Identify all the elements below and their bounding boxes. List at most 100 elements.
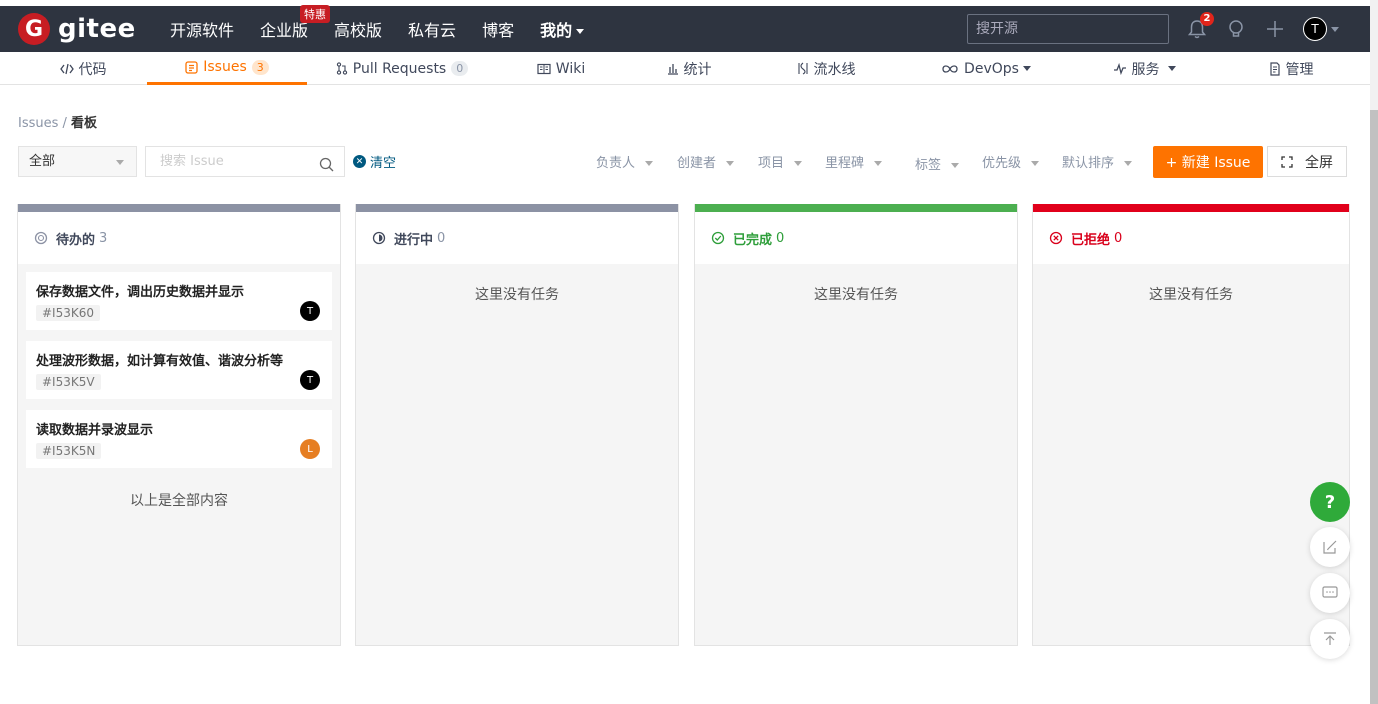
- tab-devops[interactable]: DevOps: [940, 52, 1032, 85]
- bell-icon[interactable]: 2: [1186, 12, 1214, 40]
- tab-code[interactable]: 代码: [55, 52, 111, 85]
- tab-wiki[interactable]: Wiki: [534, 52, 588, 85]
- column-header: 已拒绝 0: [1033, 212, 1349, 264]
- column-color-bar: [695, 204, 1017, 212]
- edit-icon: [1322, 539, 1338, 555]
- clear-filters-button[interactable]: ✕ 清空: [353, 152, 396, 171]
- milestone-filter-label: 里程碑: [825, 156, 865, 171]
- scope-select-value: 全部: [29, 154, 56, 169]
- top-navbar: G gitee 开源软件 企业版 特惠 高校版 私有云 博客 我的 搜开源 2 …: [0, 5, 1370, 52]
- back-to-top-button[interactable]: [1310, 619, 1350, 659]
- fullscreen-button[interactable]: 全屏: [1267, 146, 1347, 177]
- tab-services[interactable]: 服务: [1108, 52, 1180, 85]
- issue-card-title[interactable]: 读取数据并录波显示: [36, 419, 322, 438]
- project-filter[interactable]: 项目: [758, 152, 803, 171]
- scope-select[interactable]: 全部: [18, 146, 137, 177]
- milestone-filter[interactable]: 里程碑: [825, 152, 883, 171]
- tab-issues[interactable]: Issues 3: [147, 52, 307, 85]
- special-offer-badge: 特惠: [300, 5, 331, 23]
- issue-card[interactable]: 保存数据文件，调出历史数据并显示 #I53K60 T: [26, 272, 332, 330]
- chat-icon: [1322, 586, 1338, 600]
- avatar[interactable]: T: [300, 301, 320, 321]
- chevron-down-icon: [116, 160, 124, 165]
- new-issue-button[interactable]: + 新建 Issue: [1153, 146, 1263, 178]
- column-count: 3: [99, 230, 108, 246]
- chevron-down-icon: [794, 161, 803, 166]
- end-of-list-text: 以上是全部内容: [130, 493, 228, 509]
- tab-pull-requests-label: Pull Requests: [352, 60, 447, 77]
- column-title: 进行中: [394, 232, 434, 248]
- scrollbar-thumb[interactable]: [1370, 110, 1378, 704]
- chevron-down-icon: [1167, 66, 1176, 71]
- tab-manage-label: 管理: [1285, 61, 1314, 78]
- sort-filter-label: 默认排序: [1062, 156, 1115, 171]
- clear-filters-label: 清空: [370, 156, 397, 171]
- tab-pipeline[interactable]: 流水线: [790, 52, 862, 85]
- breadcrumb-issues[interactable]: Issues: [18, 116, 58, 131]
- column-header: 已完成 0: [695, 212, 1017, 264]
- global-search-input[interactable]: 搜开源: [967, 14, 1169, 44]
- feedback-button[interactable]: [1310, 527, 1350, 567]
- label-filter-label: 标签: [915, 158, 942, 173]
- tab-manage[interactable]: 管理: [1258, 52, 1324, 85]
- document-icon: [1269, 61, 1281, 76]
- chevron-down-icon: [576, 29, 585, 34]
- chevron-down-icon: [1031, 161, 1040, 166]
- issue-card-title[interactable]: 处理波形数据，如计算有效值、谐波分析等: [36, 350, 322, 369]
- issue-card-id: #I53K5N: [36, 443, 102, 459]
- nav-open-source[interactable]: 开源软件: [170, 17, 234, 41]
- empty-column-text: 这里没有任务: [814, 287, 898, 303]
- user-menu[interactable]: T: [1303, 17, 1339, 41]
- column-color-bar: [356, 204, 678, 212]
- creator-filter[interactable]: 创建者: [677, 152, 735, 171]
- nav-enterprise-label: 企业版: [260, 21, 309, 40]
- avatar[interactable]: L: [300, 439, 320, 459]
- issue-search-input[interactable]: 搜索 Issue: [145, 146, 345, 177]
- plus-icon[interactable]: [1264, 18, 1286, 40]
- tab-stats[interactable]: 统计: [662, 52, 716, 85]
- board-column-in-progress: 进行中 0 这里没有任务: [355, 204, 679, 646]
- chat-button[interactable]: [1310, 573, 1350, 613]
- empty-column-text: 这里没有任务: [475, 287, 559, 303]
- nav-private-cloud[interactable]: 私有云: [408, 17, 456, 41]
- sort-filter[interactable]: 默认排序: [1062, 152, 1133, 171]
- priority-filter-label: 优先级: [982, 156, 1022, 171]
- logo-text: gitee: [58, 14, 136, 44]
- board-column-todo: 待办的 3 保存数据文件，调出历史数据并显示 #I53K60 T 处理波形数据，…: [17, 204, 341, 646]
- issue-card-title[interactable]: 保存数据文件，调出历史数据并显示: [36, 281, 322, 300]
- gitee-logo[interactable]: G gitee: [18, 13, 136, 45]
- chevron-down-icon: [1022, 66, 1031, 71]
- avatar: T: [1303, 17, 1327, 41]
- nav-mine[interactable]: 我的: [540, 17, 585, 41]
- chevron-down-icon: [951, 163, 960, 168]
- nav-university[interactable]: 高校版: [334, 17, 382, 41]
- label-filter[interactable]: 标签: [915, 154, 960, 173]
- column-title: 已完成: [733, 232, 773, 248]
- issue-card[interactable]: 读取数据并录波显示 #I53K5N L: [26, 410, 332, 468]
- x-circle-icon: [1049, 231, 1063, 245]
- half-circle-icon: [372, 231, 386, 245]
- help-button[interactable]: ?: [1310, 482, 1350, 522]
- nav-blog[interactable]: 博客: [482, 17, 514, 41]
- column-count: 0: [1114, 230, 1123, 246]
- breadcrumb-current: 看板: [71, 116, 98, 131]
- fullscreen-label: 全屏: [1305, 154, 1333, 171]
- priority-filter[interactable]: 优先级: [982, 152, 1040, 171]
- tab-devops-label: DevOps: [964, 60, 1019, 77]
- tab-issues-label: Issues: [203, 59, 247, 75]
- pipeline-icon: [797, 62, 809, 75]
- nav-enterprise[interactable]: 企业版 特惠: [260, 5, 331, 41]
- avatar[interactable]: T: [300, 370, 320, 390]
- lightbulb-icon[interactable]: [1225, 18, 1247, 40]
- issues-icon: [185, 60, 198, 74]
- book-icon: [537, 63, 551, 75]
- column-header: 待办的 3: [18, 212, 340, 264]
- column-count: 0: [437, 230, 446, 246]
- assignee-filter[interactable]: 负责人: [596, 152, 654, 171]
- chevron-down-icon: [726, 161, 735, 166]
- tab-pull-requests[interactable]: Pull Requests 0: [336, 52, 469, 85]
- repo-subnav: 代码 Issues 3 Pull Requests 0 Wiki 统计 流水线 …: [0, 52, 1370, 85]
- search-icon[interactable]: [319, 154, 334, 183]
- column-color-bar: [18, 204, 340, 212]
- issue-card[interactable]: 处理波形数据，如计算有效值、谐波分析等 #I53K5V T: [26, 341, 332, 399]
